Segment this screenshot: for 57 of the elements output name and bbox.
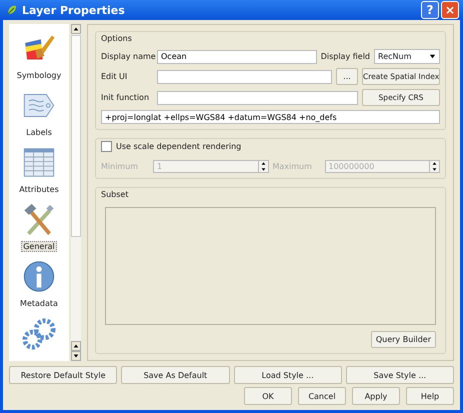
dialog-button[interactable]: Apply: [352, 387, 400, 405]
crs-field[interactable]: +proj=longlat +ellps=WGS84 +datum=WGS84 +no_defs: [101, 110, 440, 124]
info-icon: [22, 260, 56, 293]
edit-ui-field[interactable]: [157, 70, 332, 84]
query-builder-button[interactable]: Query Builder: [370, 331, 436, 348]
up-arrow-icon: [432, 161, 437, 166]
checkbox-label: Use scale dependent rendering: [116, 142, 242, 151]
close-button[interactable]: ×: [441, 1, 459, 19]
group-title: Subset: [101, 190, 130, 199]
table-icon: [22, 146, 56, 179]
hammer-screwdriver-icon: [22, 203, 56, 236]
sidebar-item[interactable]: General: [9, 195, 69, 252]
down-arrow-icon: [432, 166, 437, 172]
up-arrow-icon: [260, 161, 266, 166]
down-arrow-icon: [73, 353, 79, 359]
sidebar-label: Attributes: [18, 184, 60, 195]
scroll-thumb[interactable]: [71, 35, 81, 237]
sidebar-item[interactable]: Metadata: [9, 252, 69, 309]
sidebar-item[interactable]: Labels: [9, 81, 69, 138]
scrollbar[interactable]: [71, 24, 81, 361]
gears-icon: [22, 317, 56, 351]
field-label: Minimum: [101, 162, 140, 171]
group-title: Options: [101, 34, 133, 43]
dialog-button[interactable]: Cancel: [298, 387, 346, 405]
display-field-dropdown[interactable]: RecNum: [374, 49, 440, 64]
help-button[interactable]: ?: [421, 1, 439, 19]
scroll-up-button[interactable]: [71, 341, 81, 351]
sidebar-item[interactable]: Attributes: [9, 138, 69, 195]
browse-button[interactable]: ...: [336, 68, 358, 85]
style-button[interactable]: Save As Default: [121, 366, 230, 384]
init-function-field[interactable]: [157, 90, 358, 104]
field-label: Maximum: [272, 162, 313, 171]
scroll-down-button[interactable]: [71, 351, 81, 361]
up-arrow-icon: [73, 26, 79, 32]
field-label: Edit UI: [101, 72, 128, 81]
dialog-button[interactable]: Help: [406, 387, 454, 405]
checkbox[interactable]: [101, 141, 112, 152]
sidebar-label: General: [21, 241, 57, 252]
window-title: Layer Properties: [22, 4, 125, 16]
field-label: Display field: [320, 52, 370, 61]
sidebar-label: Metadata: [19, 298, 59, 309]
leaf-icon: [6, 4, 18, 16]
style-button[interactable]: Restore Default Style: [9, 366, 118, 384]
field-label: Init function: [101, 93, 150, 102]
scroll-up-button[interactable]: [71, 24, 81, 34]
subset-text-area[interactable]: [105, 207, 436, 325]
sidebar-item[interactable]: Symbology: [9, 24, 69, 81]
style-button[interactable]: Load Style ...: [234, 366, 342, 384]
style-button[interactable]: Save Style ...: [346, 366, 454, 384]
up-arrow-icon: [73, 343, 79, 349]
dropdown-arrow-icon: [429, 53, 436, 60]
sidebar-label: Symbology: [16, 70, 62, 81]
display-name-field[interactable]: Ocean: [157, 50, 317, 64]
field-label: Display name: [101, 52, 153, 61]
sidebar-label: Labels: [25, 127, 53, 138]
dialog-button[interactable]: OK: [244, 387, 292, 405]
down-arrow-icon: [260, 166, 266, 172]
